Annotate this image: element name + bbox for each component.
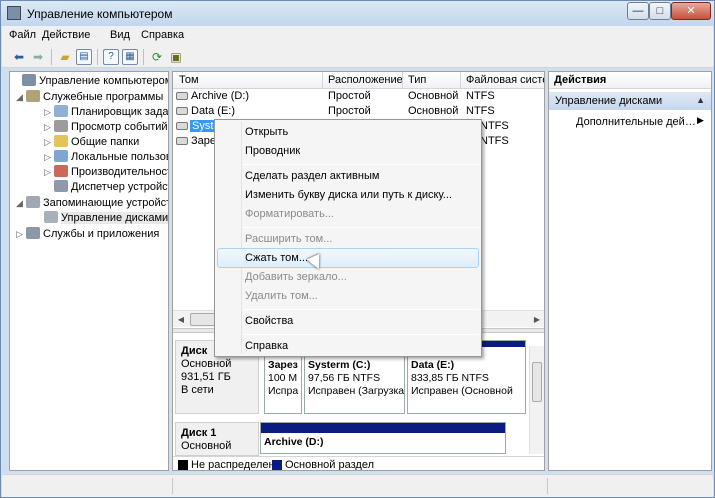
collapse-icon[interactable]: ▲ [696, 95, 705, 105]
menu-view[interactable]: Вид [110, 29, 130, 41]
menu-item-explorer[interactable]: Проводник [245, 145, 300, 163]
volume-icon [176, 92, 188, 100]
menu-separator [243, 309, 479, 310]
volume-row[interactable]: Archive (D:) Простой Основной NTFS [173, 89, 544, 104]
tree-item-system-tools[interactable]: ◢ Служебные программы [16, 90, 163, 106]
tree-item-storage[interactable]: ◢ Запоминающие устройст [16, 196, 168, 212]
services-icon [26, 227, 40, 239]
scheduler-icon [54, 105, 68, 117]
partition-archive-d[interactable]: Archive (D:) [260, 422, 506, 454]
users-icon [54, 150, 68, 162]
volume-list-header: Том Расположение Тип Файловая систе [173, 72, 544, 89]
legend-swatch-primary [272, 460, 282, 470]
tree-item-shared-folders[interactable]: ▷ Общие папки [44, 135, 139, 151]
menu-item-mark-active[interactable]: Сделать раздел активным [245, 170, 379, 188]
computer-icon [22, 74, 36, 86]
tree-item-computer-management[interactable]: Управление компьютером (л [12, 74, 168, 90]
tree-item-task-scheduler[interactable]: ▷Планировщик заданий [44, 105, 168, 121]
submenu-arrow-icon: ▶ [697, 115, 704, 125]
toolbar: ⬅ ➡ ▰ ▤ ? ▦ ⟳ ▣ [2, 46, 713, 68]
context-menu: Открыть Проводник Сделать раздел активны… [214, 119, 482, 357]
title-bar[interactable]: Управление компьютером — □ ✕ [1, 1, 714, 26]
computer-management-icon [7, 6, 21, 20]
maximize-button[interactable]: □ [649, 2, 671, 20]
back-arrow-icon[interactable]: ⬅ [11, 49, 27, 65]
menu-separator [243, 334, 479, 335]
computer-management-window: Управление компьютером — □ ✕ Файл Действ… [0, 0, 715, 498]
menu-item-add-mirror[interactable]: Добавить зеркало... [245, 271, 347, 289]
menu-file[interactable]: Файл [9, 29, 36, 41]
legend-unallocated: Не распределен [191, 459, 275, 471]
menu-item-help[interactable]: Справка [245, 340, 288, 358]
export-icon[interactable]: ▣ [168, 49, 184, 65]
help-icon[interactable]: ? [103, 49, 119, 65]
volume-icon [176, 107, 188, 115]
minimize-button[interactable]: — [627, 2, 649, 20]
tree-item-event-viewer[interactable]: ▷ Просмотр событий [44, 120, 168, 136]
volume-icon [176, 137, 188, 145]
actions-section-disk-management[interactable]: Управление дисками ▲ [549, 92, 711, 110]
status-segment [172, 478, 173, 494]
menu-separator [243, 227, 479, 228]
toolbar-separator [143, 49, 144, 65]
menu-item-shrink[interactable]: Сжать том... [245, 252, 308, 270]
disk-management-icon [44, 211, 58, 223]
show-hide-tree-icon[interactable]: ▤ [76, 49, 92, 65]
storage-icon [26, 196, 40, 208]
navigation-tree: Управление компьютером (л ◢Служебные про… [9, 71, 169, 471]
column-type[interactable]: Тип [408, 74, 426, 86]
menu-help[interactable]: Справка [141, 29, 184, 41]
menu-item-properties[interactable]: Свойства [245, 315, 293, 333]
window-title: Управление компьютером [27, 7, 173, 21]
performance-icon [54, 165, 68, 177]
tree-item-device-manager[interactable]: Диспетчер устройств [44, 180, 168, 196]
volume-row[interactable]: Data (E:) Простой Основной NTFS [173, 104, 544, 119]
menu-action[interactable]: Действие [42, 29, 90, 41]
tree-item-performance[interactable]: ▷ Производительность [44, 165, 168, 181]
scroll-thumb[interactable] [532, 362, 542, 402]
scroll-right-icon[interactable]: ▶ [530, 313, 544, 326]
legend: Не распределен Основной раздел [173, 456, 544, 471]
column-volume[interactable]: Том [179, 74, 199, 86]
actions-header: Действия [549, 72, 711, 89]
menu-item-change-letter[interactable]: Изменить букву диска или путь к диску... [245, 189, 452, 207]
menu-item-delete[interactable]: Удалить том... [245, 290, 318, 308]
folder-up-icon[interactable]: ▰ [57, 49, 73, 65]
menu-bar: Файл Действие Вид Справка [2, 26, 713, 46]
close-button[interactable]: ✕ [671, 2, 711, 20]
volume-icon [176, 122, 188, 130]
status-bar [2, 474, 713, 497]
tree-item-disk-management[interactable]: Управление дисками [34, 211, 168, 227]
legend-primary: Основной раздел [285, 459, 374, 471]
event-viewer-icon [54, 120, 68, 132]
menu-separator [243, 164, 479, 165]
disk-1-label[interactable]: Диск 1 Основной [175, 422, 259, 456]
menu-item-format[interactable]: Форматировать... [245, 208, 334, 226]
vertical-scrollbar[interactable] [529, 346, 544, 454]
menu-item-open[interactable]: Открыть [245, 126, 288, 144]
scroll-left-icon[interactable]: ◀ [174, 313, 188, 326]
actions-pane: Действия Управление дисками ▲ Дополнител… [548, 71, 712, 471]
properties-icon[interactable]: ▦ [122, 49, 138, 65]
tree-item-services-apps[interactable]: ▷ Службы и приложения [16, 227, 159, 243]
toolbar-separator [97, 49, 98, 65]
column-filesystem[interactable]: Файловая систе [466, 74, 544, 86]
legend-swatch-unallocated [178, 460, 188, 470]
shared-folder-icon [54, 135, 68, 147]
tools-icon [26, 90, 40, 102]
column-layout[interactable]: Расположение [328, 74, 403, 86]
more-actions-link[interactable]: Дополнительные дей… [576, 116, 696, 128]
tree-item-local-users[interactable]: ▷Локальные пользовате [44, 150, 168, 166]
refresh-icon[interactable]: ⟳ [149, 49, 165, 65]
forward-arrow-icon[interactable]: ➡ [30, 49, 46, 65]
toolbar-separator [51, 49, 52, 65]
device-manager-icon [54, 180, 68, 192]
status-segment [547, 478, 548, 494]
